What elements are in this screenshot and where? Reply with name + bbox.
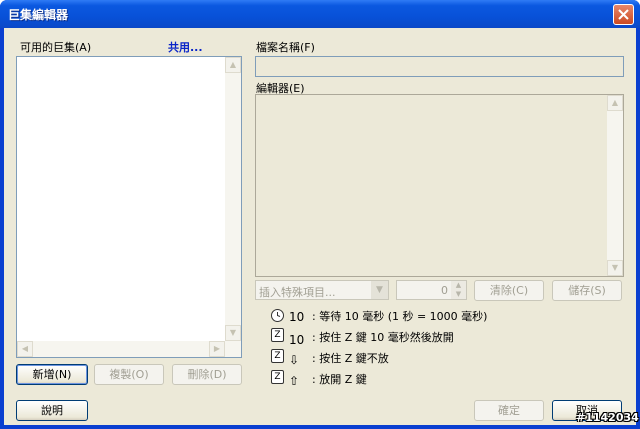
insert-special-label: 插入特殊項目...: [259, 286, 336, 299]
spinner-value: 0: [441, 284, 448, 297]
insert-special-select[interactable]: 插入特殊項目... ▼: [255, 280, 389, 300]
filename-field[interactable]: [255, 56, 624, 77]
macro-editor[interactable]: ▲ ▼: [255, 94, 624, 277]
legend-press-value: 10: [289, 333, 305, 347]
legend-hold-text: : 按住 Z 鍵不放: [312, 352, 389, 365]
delete-macro-button[interactable]: 刪除(D): [172, 364, 242, 385]
z-key-down-icon: Z: [271, 349, 284, 363]
delay-spinner[interactable]: 0 ▲ ▼: [396, 280, 467, 300]
window-title: 巨集編輯器: [8, 8, 69, 22]
share-link[interactable]: 共用...: [168, 39, 203, 55]
spinner-down-icon[interactable]: ▼: [451, 290, 466, 299]
macro-list-hscroll[interactable]: ◀ ▶: [17, 341, 225, 357]
title-bar[interactable]: 巨集編輯器: [0, 0, 640, 28]
clear-button[interactable]: 清除(C): [474, 280, 544, 301]
scroll-up-icon[interactable]: ▲: [225, 57, 241, 73]
save-button[interactable]: 儲存(S): [552, 280, 622, 301]
macro-list[interactable]: ▲ ▼ ◀ ▶: [16, 56, 242, 358]
scroll-up-icon[interactable]: ▲: [607, 95, 623, 111]
z-key-up-icon: Z: [271, 370, 284, 384]
new-macro-button[interactable]: 新增(N): [16, 364, 88, 385]
arrow-down-icon: ⇩: [289, 353, 300, 367]
clock-icon: [271, 309, 284, 322]
macro-list-vscroll[interactable]: ▲ ▼: [225, 57, 241, 357]
spinner-up-icon[interactable]: ▲: [451, 281, 466, 290]
watermark-text: #1142034: [576, 411, 639, 424]
dialog-window: 巨集編輯器 可用的巨集(A) 共用... ▲ ▼ ◀ ▶ 新增(N) 複製(O)…: [0, 0, 640, 429]
arrow-up-icon: ⇧: [289, 374, 300, 388]
copy-macro-button[interactable]: 複製(O): [94, 364, 164, 385]
scroll-down-icon[interactable]: ▼: [607, 260, 623, 276]
filename-label: 檔案名稱(F): [256, 41, 315, 54]
legend-release-text: : 放開 Z 鍵: [312, 373, 367, 386]
z-key-icon: Z: [271, 328, 284, 342]
scroll-left-icon[interactable]: ◀: [17, 341, 33, 357]
chevron-down-icon[interactable]: ▼: [371, 281, 388, 299]
close-button[interactable]: [613, 4, 634, 25]
editor-vscroll[interactable]: ▲ ▼: [607, 95, 623, 276]
legend-delay-text: : 等待 10 毫秒 (1 秒 = 1000 毫秒): [312, 310, 488, 323]
legend-press-text: : 按住 Z 鍵 10 毫秒然後放開: [312, 331, 454, 344]
legend-delay-value: 10: [289, 310, 305, 324]
close-icon: [618, 9, 629, 20]
help-button[interactable]: 說明: [16, 400, 88, 421]
scroll-down-icon[interactable]: ▼: [225, 325, 241, 341]
dialog-body: 可用的巨集(A) 共用... ▲ ▼ ◀ ▶ 新增(N) 複製(O) 刪除(D)…: [4, 28, 639, 425]
macros-label: 可用的巨集(A): [20, 41, 92, 54]
scroll-right-icon[interactable]: ▶: [209, 341, 225, 357]
ok-button[interactable]: 確定: [474, 400, 544, 421]
